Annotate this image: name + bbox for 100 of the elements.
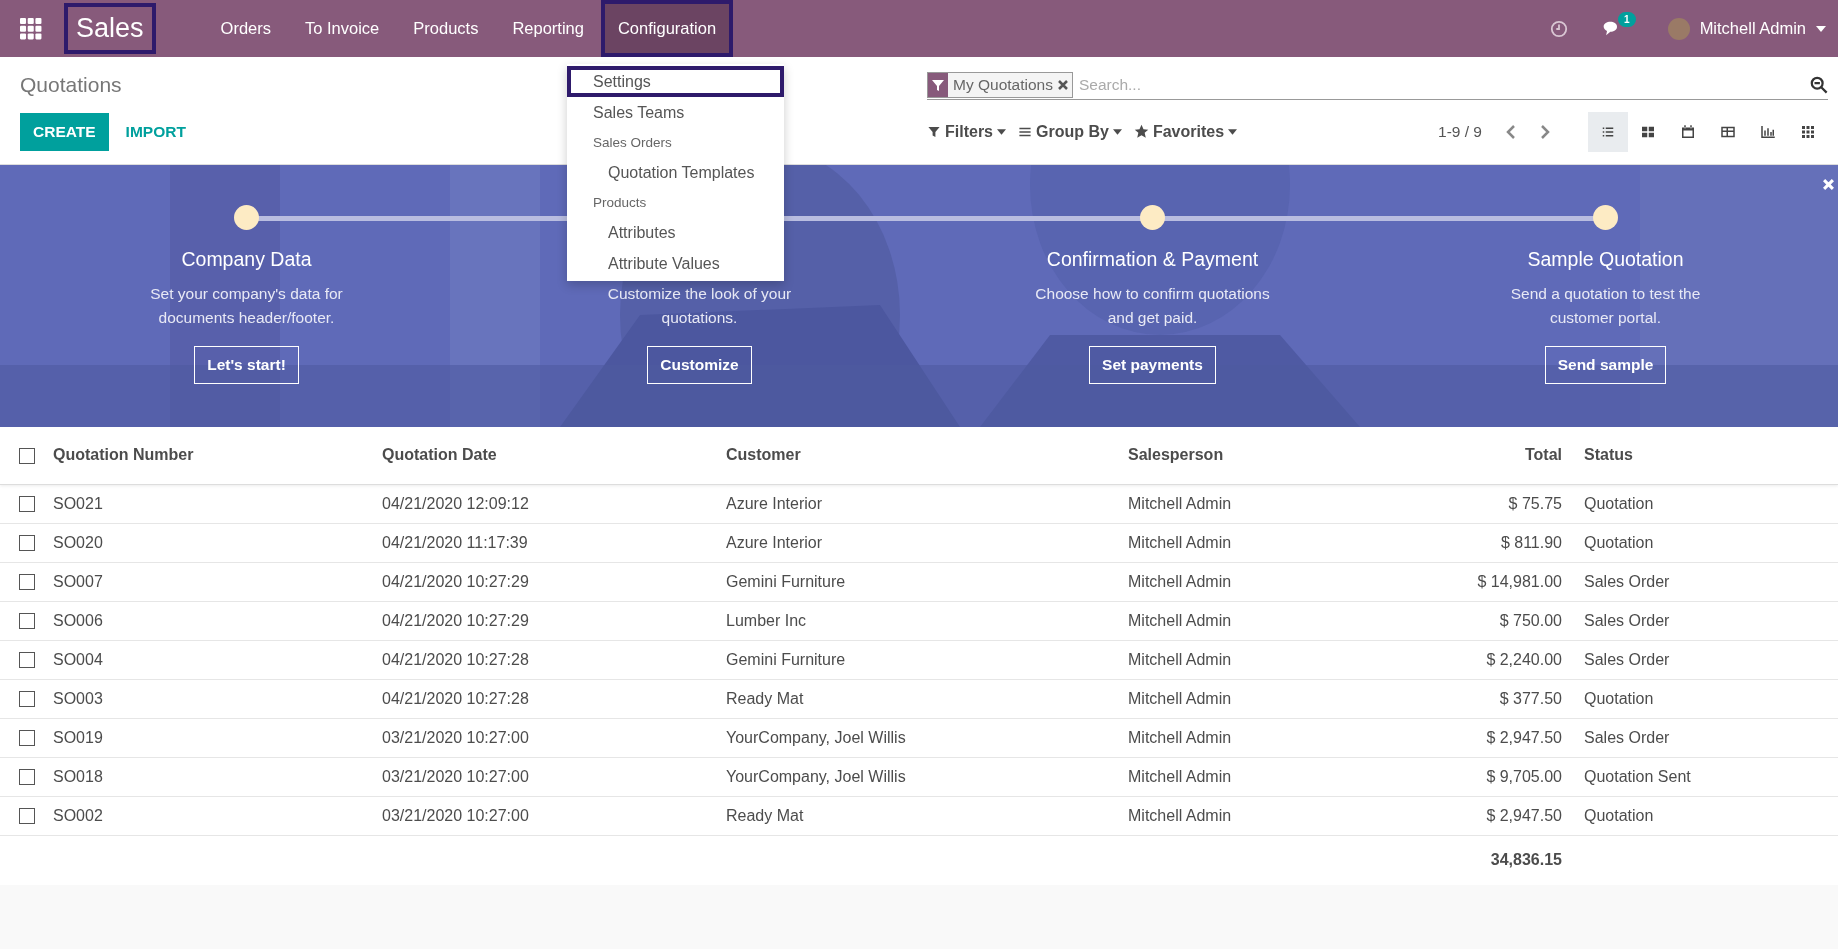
table-cell: $ 2,947.50 [1298,796,1584,835]
dropdown-item[interactable]: Settings [567,66,784,97]
table-cell: Lumber Inc [726,601,1128,640]
table-cell: Ready Mat [726,796,1128,835]
table-cell: SO006 [53,601,382,640]
table-cell: 04/21/2020 10:27:29 [382,601,726,640]
filter-dropdown[interactable]: Favorites [1133,122,1238,141]
menu-item[interactable]: Orders [203,0,288,57]
column-header[interactable]: Status [1584,427,1838,484]
filter-facet[interactable]: My Quotations [927,72,1073,98]
pager-value[interactable]: 1-9 / 9 [1438,122,1482,141]
table-cell: YourCompany, Joel Willis [726,757,1128,796]
view-switch-button[interactable] [1588,111,1628,152]
remove-icon[interactable] [1057,80,1068,90]
table-cell: Quotation [1584,679,1838,718]
step-button[interactable]: Let's start! [194,346,299,384]
table-cell: Mitchell Admin [1128,523,1298,562]
clock-icon[interactable] [1550,19,1569,38]
table-cell: Mitchell Admin [1128,640,1298,679]
dropdown-item[interactable]: Attributes [567,217,784,248]
message-count-badge: 1 [1618,12,1636,27]
checkbox[interactable] [19,574,35,591]
step-title: Sample Quotation [1527,246,1684,272]
checkbox[interactable] [19,448,35,464]
caret-icon [997,128,1006,135]
step-title: Company Data [181,246,312,272]
table-cell: 04/21/2020 12:09:12 [382,484,726,523]
filter-dropdown[interactable]: Group By [1018,122,1122,141]
dropdown-item[interactable]: Sales Teams [567,97,784,128]
dropdown-header: Products [592,194,648,212]
menu-item[interactable]: To Invoice [288,0,397,57]
calendar-icon [1679,122,1697,141]
step-button[interactable]: Customize [647,346,752,384]
table-cell: $ 14,981.00 [1298,562,1584,601]
menu-item[interactable]: Reporting [495,0,601,57]
step-description: Choose how to confirm quotations and get paid. [1034,284,1271,328]
table-cell: Sales Order [1584,601,1838,640]
filter-icon [927,124,941,139]
table-cell: Azure Interior [726,484,1128,523]
table-cell: SO002 [53,796,382,835]
dropdown-item[interactable]: Quotation Templates [567,157,784,188]
table-cell: 03/21/2020 10:27:00 [382,718,726,757]
next-icon[interactable] [1540,123,1550,140]
page-title: Quotations [20,73,122,98]
column-header[interactable]: Salesperson [1128,427,1298,484]
caret-icon[interactable] [1816,25,1826,32]
checkbox[interactable] [19,769,35,786]
table-cell: $ 750.00 [1298,601,1584,640]
table-cell: Gemini Furniture [726,562,1128,601]
step-description: Customize the look of your quotations. [606,284,793,328]
table-cell: 03/21/2020 10:27:00 [382,757,726,796]
checkbox[interactable] [19,535,35,552]
table-cell: $ 377.50 [1298,679,1584,718]
table-cell: Quotation [1584,484,1838,523]
table-cell: Mitchell Admin [1128,484,1298,523]
search-icon[interactable] [1810,76,1828,94]
table-cell: Ready Mat [726,679,1128,718]
table-cell: $ 9,705.00 [1298,757,1584,796]
table-cell: Mitchell Admin [1128,796,1298,835]
table-cell: $ 75.75 [1298,484,1584,523]
table-cell: 04/21/2020 11:17:39 [382,523,726,562]
user-menu[interactable]: Mitchell Admin [1699,19,1806,38]
checkbox[interactable] [19,808,35,825]
facet-label: My Quotations [953,76,1053,94]
menu-item[interactable]: Configuration [600,0,734,57]
table-cell: 04/21/2020 10:27:29 [382,562,726,601]
table-cell: SO019 [53,718,382,757]
filter-dropdown[interactable]: Filters [927,122,1006,141]
checkbox[interactable] [19,613,35,630]
step-title: Confirmation & Payment [1046,246,1259,272]
table-cell: Sales Order [1584,718,1838,757]
column-header[interactable]: Quotation Number [53,427,382,484]
avatar [1667,17,1690,40]
search-bar[interactable]: My Quotations Search... [927,71,1828,100]
column-header[interactable]: Total [1298,427,1584,484]
apps-menu-icon[interactable] [20,17,42,40]
total-sum: 34,836.15 [1298,835,1584,885]
step-button[interactable]: Send sample [1544,346,1667,384]
table-cell: Quotation [1584,523,1838,562]
close-icon[interactable] [1821,177,1836,192]
checkbox[interactable] [19,496,35,513]
table-cell: Gemini Furniture [726,640,1128,679]
table-cell: YourCompany, Joel Willis [726,718,1128,757]
table-cell: $ 2,240.00 [1298,640,1584,679]
checkbox[interactable] [19,652,35,669]
filter-icon [928,73,948,97]
caret-icon [1228,128,1238,135]
app-title[interactable]: Sales [64,3,156,54]
menu-item[interactable]: Products [396,0,496,57]
table-cell: SO004 [53,640,382,679]
column-header[interactable]: Customer [726,427,1128,484]
step-button[interactable]: Set payments [1089,346,1216,384]
column-header[interactable]: Quotation Date [382,427,726,484]
dropdown-item[interactable]: Attribute Values [567,248,784,279]
table-cell: Mitchell Admin [1128,562,1298,601]
table-cell: Mitchell Admin [1128,601,1298,640]
checkbox[interactable] [19,730,35,747]
checkbox[interactable] [19,691,35,708]
previous-icon[interactable] [1506,123,1516,140]
table-cell: Quotation [1584,796,1838,835]
